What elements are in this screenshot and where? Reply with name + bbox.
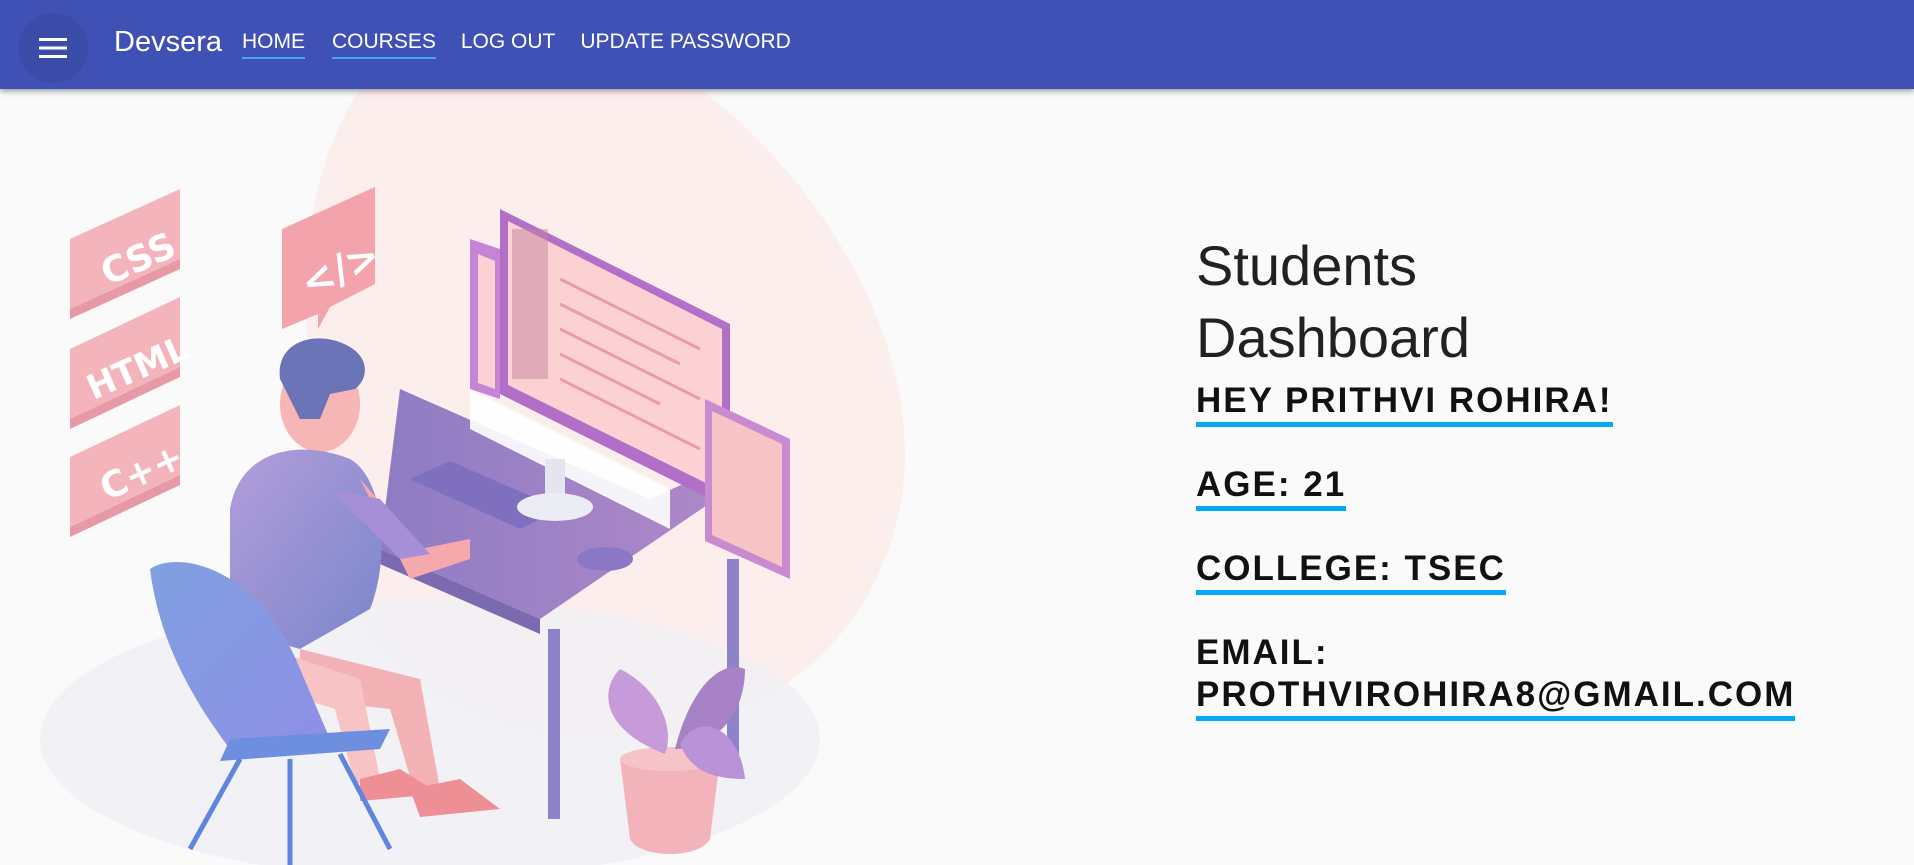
app-bar: Devsera HOME COURSES LOG OUT UPDATE PASS…	[0, 0, 1914, 89]
page-title: Students Dashboard	[1196, 230, 1576, 374]
greeting: HEY PRITHVI ROHIRA!	[1196, 380, 1613, 427]
developer-illustration: CSS HTML C++ </>	[40, 89, 905, 865]
title-line-2: Dashboard	[1196, 306, 1470, 369]
college-field: COLLEGE: TSEC	[1196, 548, 1506, 595]
top-nav: HOME COURSES LOG OUT UPDATE PASSWORD	[242, 28, 815, 59]
nav-update-password[interactable]: UPDATE PASSWORD	[580, 28, 790, 59]
css-badge: CSS	[70, 189, 182, 319]
cpp-badge: C++	[70, 405, 190, 537]
email-value: PROTHVIROHIRA8@GMAIL.COM	[1196, 675, 1796, 714]
nav-logout[interactable]: LOG OUT	[461, 28, 556, 59]
hamburger-menu-icon	[39, 38, 67, 58]
menu-button[interactable]	[18, 13, 88, 83]
nav-courses[interactable]: COURSES	[332, 28, 436, 59]
dashboard-panel: Students Dashboard HEY PRITHVI ROHIRA! A…	[1196, 230, 1796, 721]
email-field: EMAIL: PROTHVIROHIRA8@GMAIL.COM	[1196, 632, 1796, 721]
email-label: EMAIL:	[1196, 633, 1329, 672]
nav-home[interactable]: HOME	[242, 28, 305, 59]
brand-title: Devsera	[114, 26, 222, 58]
title-line-1: Students	[1196, 234, 1418, 297]
age-field: AGE: 21	[1196, 464, 1347, 511]
